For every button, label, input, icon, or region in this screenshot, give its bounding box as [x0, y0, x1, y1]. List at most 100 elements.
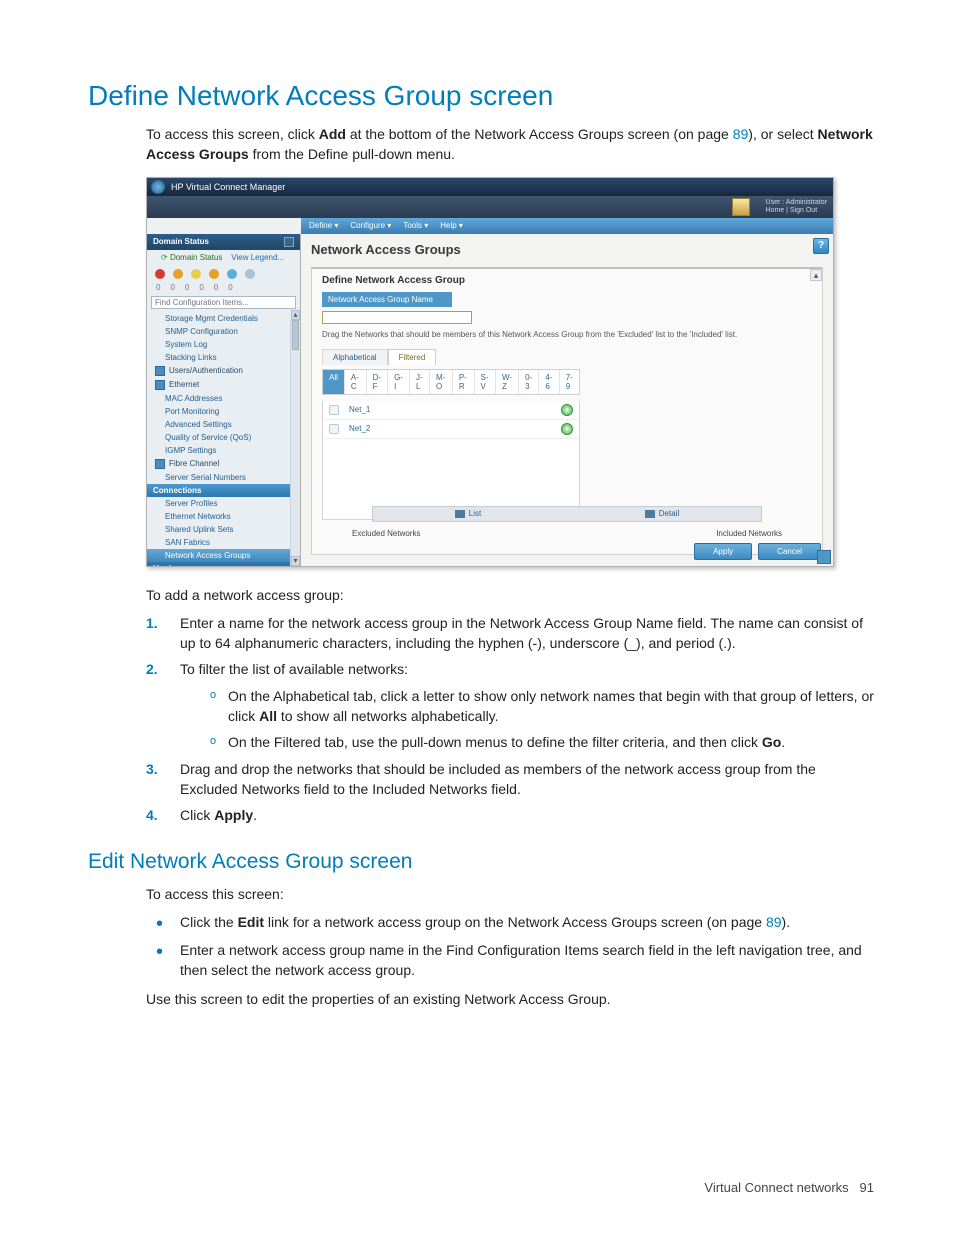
view-list-label: List — [469, 509, 481, 518]
sidebar-item-stacking[interactable]: Stacking Links — [147, 351, 300, 364]
add-network-icon[interactable]: + — [561, 404, 573, 416]
scroll-thumb[interactable] — [292, 320, 299, 350]
sidebar-section-hardware[interactable]: Hardware — [147, 562, 300, 567]
sidebar-item-profiles[interactable]: Server Profiles — [147, 497, 300, 510]
letter-ac[interactable]: A-C — [345, 370, 367, 394]
page-link-89[interactable]: 89 — [733, 126, 749, 142]
menu-configure[interactable]: Configure ▾ — [350, 221, 391, 230]
sidebar-item-nag[interactable]: Network Access Groups — [147, 549, 300, 562]
page-title: Network Access Groups — [311, 242, 823, 257]
network-row[interactable]: Net_2 + — [323, 420, 579, 439]
sidebar-item-uplinks[interactable]: Shared Uplink Sets — [147, 523, 300, 536]
letter-46[interactable]: 4-6 — [539, 370, 559, 394]
steps-list: 1.Enter a name for the network access gr… — [146, 613, 874, 826]
status-counts-row: 000000 — [147, 283, 300, 296]
sidebar-section-connections[interactable]: Connections — [147, 484, 300, 497]
step-2b: On the Filtered tab, use the pull-down m… — [210, 732, 874, 752]
view-list-button[interactable]: List — [455, 509, 481, 518]
letter-jl[interactable]: J-L — [410, 370, 430, 394]
edit-bullet-2: Enter a network access group name in the… — [146, 940, 874, 981]
network-icon — [329, 424, 339, 434]
domain-status-link[interactable]: Domain Status — [170, 253, 222, 262]
step-2: 2.To filter the list of available networ… — [146, 659, 874, 752]
award-icon — [732, 198, 750, 216]
action-buttons: Apply Cancel — [694, 543, 821, 560]
sidebar-item-mac[interactable]: MAC Addresses — [147, 392, 300, 405]
sidebar-item-portmon[interactable]: Port Monitoring — [147, 405, 300, 418]
content-pane: ? Network Access Groups ▴ Define Network… — [301, 234, 833, 566]
sidebar-cat-users[interactable]: Users/Authentication — [147, 364, 300, 378]
tab-alphabetical[interactable]: Alphabetical — [322, 349, 388, 365]
status-red-icon — [155, 269, 165, 279]
panel-scroll-up-icon[interactable]: ▴ — [810, 269, 822, 281]
included-label: Included Networks — [716, 529, 782, 538]
network-icon — [329, 405, 339, 415]
page-link-89-b[interactable]: 89 — [766, 914, 782, 930]
view-legend-link[interactable]: View Legend... — [231, 253, 284, 262]
letter-df[interactable]: D-F — [367, 370, 388, 394]
view-toggle-bar: List Detail — [372, 506, 762, 522]
top-right-bar: User : Administrator Home | Sign Out — [147, 196, 833, 218]
menu-tools[interactable]: Tools ▾ — [403, 221, 428, 230]
apply-button[interactable]: Apply — [694, 543, 752, 560]
sidebar-item-ethnets[interactable]: Ethernet Networks — [147, 510, 300, 523]
text: at the bottom of the Network Access Grou… — [346, 126, 733, 142]
help-icon[interactable]: ? — [813, 238, 829, 254]
letter-gi[interactable]: G-I — [388, 370, 410, 394]
sidebar-item-snmp[interactable]: SNMP Configuration — [147, 325, 300, 338]
letter-mo[interactable]: M-O — [430, 370, 453, 394]
home-signout-link[interactable]: Home | Sign Out — [766, 207, 827, 215]
scroll-down-icon[interactable]: ▾ — [291, 556, 300, 566]
letter-79[interactable]: 7-9 — [560, 370, 579, 394]
menu-define[interactable]: Define ▾ — [309, 221, 338, 230]
cancel-button[interactable]: Cancel — [758, 543, 821, 560]
sidebar-item-qos[interactable]: Quality of Service (QoS) — [147, 431, 300, 444]
panel-title: Define Network Access Group — [322, 275, 812, 286]
network-row[interactable]: Net_1 + — [323, 401, 579, 420]
footer-page: 91 — [860, 1180, 874, 1195]
add-nag-lead: To add a network access group: — [146, 585, 874, 605]
sidebar-item-adv[interactable]: Advanced Settings — [147, 418, 300, 431]
sidebar-scrollbar[interactable]: ▴ ▾ — [290, 320, 300, 566]
resize-corner-icon[interactable] — [817, 550, 831, 564]
letter-wz[interactable]: W-Z — [496, 370, 519, 394]
sidebar-item-igmp[interactable]: IGMP Settings — [147, 444, 300, 457]
letter-all[interactable]: All — [323, 370, 345, 394]
sidebar-cat-ethernet[interactable]: Ethernet — [147, 378, 300, 392]
find-config-input[interactable] — [151, 296, 296, 309]
window-titlebar: HP Virtual Connect Manager — [147, 178, 833, 196]
letter-sv[interactable]: S-V — [475, 370, 496, 394]
drag-hint-text: Drag the Networks that should be members… — [322, 330, 812, 339]
sidebar-cat-fibre[interactable]: Fibre Channel — [147, 457, 300, 471]
letter-filter-bar: All A-C D-F G-I J-L M-O P-R S-V W-Z 0-3 … — [322, 369, 580, 395]
add-network-icon[interactable]: + — [561, 423, 573, 435]
step-3: 3.Drag and drop the networks that should… — [146, 759, 874, 800]
nag-name-input[interactable] — [322, 311, 472, 324]
step-2a: On the Alphabetical tab, click a letter … — [210, 686, 874, 727]
view-detail-label: Detail — [659, 509, 679, 518]
collapse-icon[interactable] — [284, 237, 294, 247]
letter-03[interactable]: 0-3 — [519, 370, 539, 394]
menu-help[interactable]: Help ▾ — [440, 221, 463, 230]
status-icons-row — [147, 265, 300, 283]
edit-bullet-1: Click the Edit link for a network access… — [146, 912, 874, 932]
page-heading-1: Define Network Access Group screen — [88, 80, 874, 112]
text: Click the — [180, 914, 238, 930]
sidebar-item-storage-creds[interactable]: Storage Mgmt Credentials — [147, 312, 300, 325]
bold-edit: Edit — [238, 914, 264, 930]
name-block-header: Network Access Group Name — [322, 292, 452, 307]
step-2-sublist: On the Alphabetical tab, click a letter … — [180, 686, 874, 753]
scroll-up-icon[interactable]: ▴ — [291, 310, 300, 320]
sidebar-item-san[interactable]: SAN Fabrics — [147, 536, 300, 549]
sidebar-item-syslog[interactable]: System Log — [147, 338, 300, 351]
bold-go: Go — [762, 734, 781, 750]
view-detail-button[interactable]: Detail — [645, 509, 679, 518]
sidebar-item-serials[interactable]: Server Serial Numbers — [147, 471, 300, 484]
letter-pr[interactable]: P-R — [453, 370, 475, 394]
bold-all: All — [259, 708, 277, 724]
intro-paragraph: To access this screen, click Add at the … — [146, 124, 874, 165]
define-panel: ▴ Define Network Access Group Network Ac… — [311, 267, 823, 555]
status-grey-icon — [245, 269, 255, 279]
tab-filtered[interactable]: Filtered — [388, 349, 437, 365]
text: To access this screen, click — [146, 126, 319, 142]
